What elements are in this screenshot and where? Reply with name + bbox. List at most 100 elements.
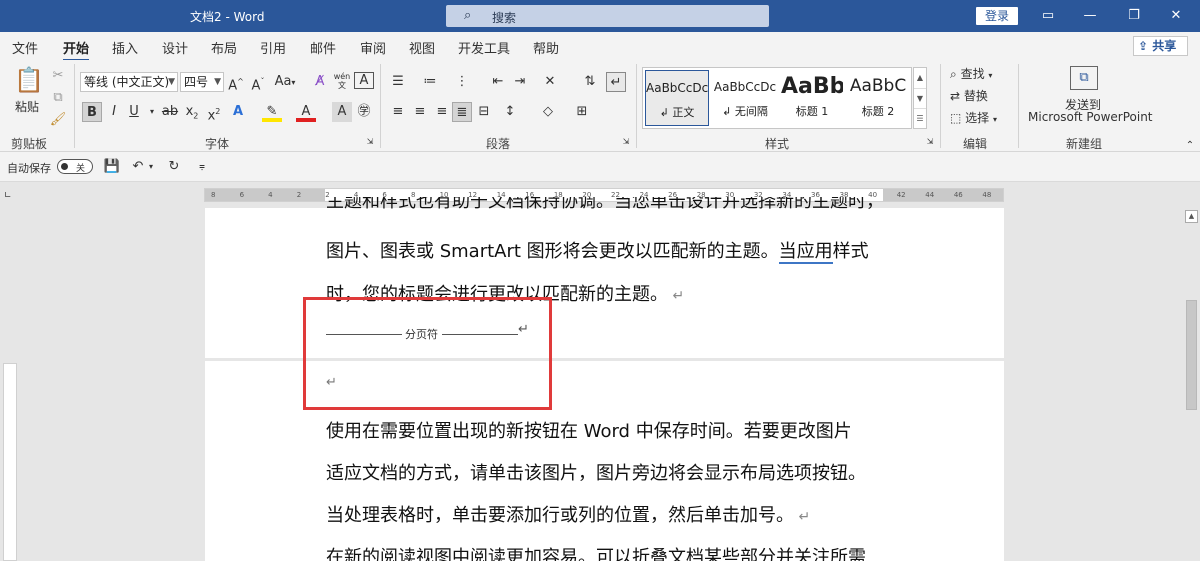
- more-styles-icon[interactable]: ☰: [914, 108, 926, 128]
- bullets-icon[interactable]: ☰: [388, 72, 408, 92]
- paragraph-line[interactable]: 主题和样式也有助于文档保持协调。当您单击设计并选择新的主题时，: [326, 197, 884, 219]
- tab-selector-icon[interactable]: ∟: [4, 191, 16, 203]
- font-dialog-launcher-icon[interactable]: ⇲: [364, 132, 376, 152]
- multilevel-list-icon[interactable]: ⋮: [452, 72, 472, 92]
- tab-file[interactable]: 文件: [12, 38, 38, 57]
- grow-font-icon[interactable]: A^: [226, 72, 246, 93]
- shading-icon[interactable]: ◇: [538, 102, 558, 122]
- italic-icon[interactable]: I: [104, 102, 124, 122]
- shrink-font-icon[interactable]: Aˇ: [248, 72, 268, 93]
- borders-icon[interactable]: ⊞: [572, 102, 592, 122]
- redo-icon[interactable]: ↻: [164, 157, 184, 177]
- share-button[interactable]: ⇪ 共享: [1133, 36, 1188, 56]
- login-button[interactable]: 登录: [976, 7, 1018, 25]
- select-button[interactable]: ⬚ 选择 ▾: [950, 109, 997, 126]
- format-painter-icon[interactable]: 🖌: [48, 110, 68, 130]
- tab-view[interactable]: 视图: [409, 38, 435, 57]
- vertical-scrollbar[interactable]: ▲: [1183, 208, 1200, 561]
- paragraph-line[interactable]: 当处理表格时，单击要添加行或列的位置，然后单击加号。 ↵: [326, 501, 810, 527]
- style-no-spacing[interactable]: AaBbCcDc ↲ 无间隔: [713, 70, 777, 126]
- send-to-ppt-line2[interactable]: Microsoft PowerPoint: [1028, 110, 1153, 124]
- search-box[interactable]: ⌕ 搜索: [446, 5, 769, 27]
- tab-home[interactable]: 开始: [63, 38, 90, 62]
- bold-icon[interactable]: B: [82, 102, 102, 122]
- autosave-label: 自动保存: [7, 162, 51, 175]
- phonetic-guide-icon[interactable]: wén 文: [332, 72, 352, 92]
- autosave-toggle[interactable]: 关: [57, 159, 93, 174]
- tab-mailings[interactable]: 邮件: [310, 38, 336, 57]
- find-button[interactable]: ⌕ 查找 ▾: [950, 65, 992, 82]
- ruler-tick-label: 46: [953, 191, 963, 199]
- minimize-icon[interactable]: —: [1080, 6, 1100, 26]
- scroll-up-icon[interactable]: ▲: [1185, 210, 1198, 223]
- enclose-characters-icon[interactable]: ㊫: [354, 102, 374, 122]
- customize-qat-icon[interactable]: ⩦: [192, 157, 212, 177]
- quick-access-toolbar: 自动保存 关 💾 ↶ ▾ ↻ ⩦: [0, 152, 1200, 182]
- underline-icon[interactable]: U: [124, 102, 144, 122]
- align-right-icon[interactable]: ≡: [432, 102, 452, 122]
- text-effects-icon[interactable]: A: [228, 102, 248, 122]
- restore-icon[interactable]: ❐: [1124, 6, 1144, 26]
- clear-formatting-icon[interactable]: A̸: [310, 72, 330, 92]
- paragraph-line[interactable]: 使用在需要位置出现的新按钮在 Word 中保存时间。若要更改图片: [326, 417, 852, 443]
- tab-references[interactable]: 引用: [260, 38, 286, 57]
- save-icon[interactable]: 💾: [102, 157, 122, 177]
- scrollbar-thumb[interactable]: [1186, 300, 1197, 410]
- style-sample: AaBbCcDc: [713, 80, 777, 94]
- undo-icon[interactable]: ↶: [128, 157, 148, 177]
- paste-label[interactable]: 粘贴: [15, 98, 39, 115]
- character-border-icon[interactable]: A: [354, 72, 374, 89]
- paragraph-line[interactable]: 在新的阅读视图中阅读更加容易。可以折叠文档某些部分并关注所需: [326, 543, 866, 561]
- copy-icon[interactable]: ⧉: [48, 88, 68, 108]
- style-heading-2[interactable]: AaBbC 标题 2: [847, 70, 909, 126]
- tab-insert[interactable]: 插入: [112, 38, 138, 57]
- align-left-icon[interactable]: ≡: [388, 102, 408, 122]
- replace-button[interactable]: ⇄ 替换: [950, 87, 988, 104]
- superscript-icon[interactable]: x2: [204, 102, 224, 123]
- chevron-down-icon[interactable]: ▾: [142, 102, 162, 122]
- chevron-down-icon[interactable]: ▾: [146, 157, 156, 177]
- paragraph-line[interactable]: 适应文档的方式，请单击该图片，图片旁边将会显示布局选项按钮。: [326, 459, 866, 485]
- styles-gallery-scroll[interactable]: ▲ ▼ ☰: [913, 67, 927, 129]
- font-size-select[interactable]: 四号 ▼: [180, 72, 224, 92]
- style-normal[interactable]: AaBbCcDc ↲ 正文: [645, 70, 709, 126]
- decrease-indent-icon[interactable]: ⇤: [488, 72, 508, 92]
- chevron-down-icon[interactable]: ▼: [914, 88, 926, 108]
- close-icon[interactable]: ✕: [1166, 6, 1186, 26]
- chevron-down-icon: ▼: [214, 77, 221, 87]
- tab-review[interactable]: 审阅: [360, 38, 386, 57]
- tab-layout[interactable]: 布局: [211, 38, 237, 57]
- paste-icon[interactable]: 📋: [14, 66, 44, 94]
- character-shading-icon[interactable]: A: [332, 102, 352, 122]
- tab-design[interactable]: 设计: [162, 38, 188, 57]
- styles-dialog-launcher-icon[interactable]: ⇲: [924, 132, 936, 152]
- vertical-ruler[interactable]: [3, 363, 17, 561]
- align-center-icon[interactable]: ≡: [410, 102, 430, 122]
- increase-indent-icon[interactable]: ⇥: [510, 72, 530, 92]
- powerpoint-icon[interactable]: ⧉: [1070, 66, 1098, 90]
- cut-icon[interactable]: ✂: [48, 66, 68, 86]
- chevron-up-icon[interactable]: ▲: [914, 68, 926, 88]
- tab-developer[interactable]: 开发工具: [458, 38, 510, 57]
- style-heading-1[interactable]: AaBb 标题 1: [781, 70, 843, 126]
- style-sample: AaBbC: [849, 76, 907, 96]
- show-formatting-marks-icon[interactable]: ↵: [606, 72, 626, 92]
- style-sample: AaBbCcDc: [646, 81, 708, 95]
- font-family-select[interactable]: 等线 (中文正文) ▼: [80, 72, 178, 92]
- paragraph-dialog-launcher-icon[interactable]: ⇲: [620, 132, 632, 152]
- distributed-icon[interactable]: ⊟: [474, 102, 494, 122]
- change-case-icon[interactable]: Aa▾: [272, 72, 298, 92]
- asian-layout-icon[interactable]: ✕: [540, 72, 560, 92]
- highlight-icon[interactable]: ✎: [262, 102, 282, 122]
- font-color-icon[interactable]: A: [296, 102, 316, 122]
- sort-icon[interactable]: ⇅: [580, 72, 600, 92]
- subscript-icon[interactable]: x2: [182, 102, 202, 122]
- justify-icon[interactable]: ≣: [452, 102, 472, 122]
- strikethrough-icon[interactable]: ab: [160, 102, 180, 122]
- paragraph-line[interactable]: 图片、图表或 SmartArt 图形将会更改以匹配新的主题。当应用样式: [326, 237, 869, 264]
- line-spacing-icon[interactable]: ↕: [500, 102, 520, 122]
- font-family-value: 等线 (中文正文): [84, 75, 170, 89]
- tab-help[interactable]: 帮助: [533, 38, 559, 57]
- ribbon-display-options-icon[interactable]: ▭: [1038, 6, 1058, 26]
- numbering-icon[interactable]: ≔: [420, 72, 440, 92]
